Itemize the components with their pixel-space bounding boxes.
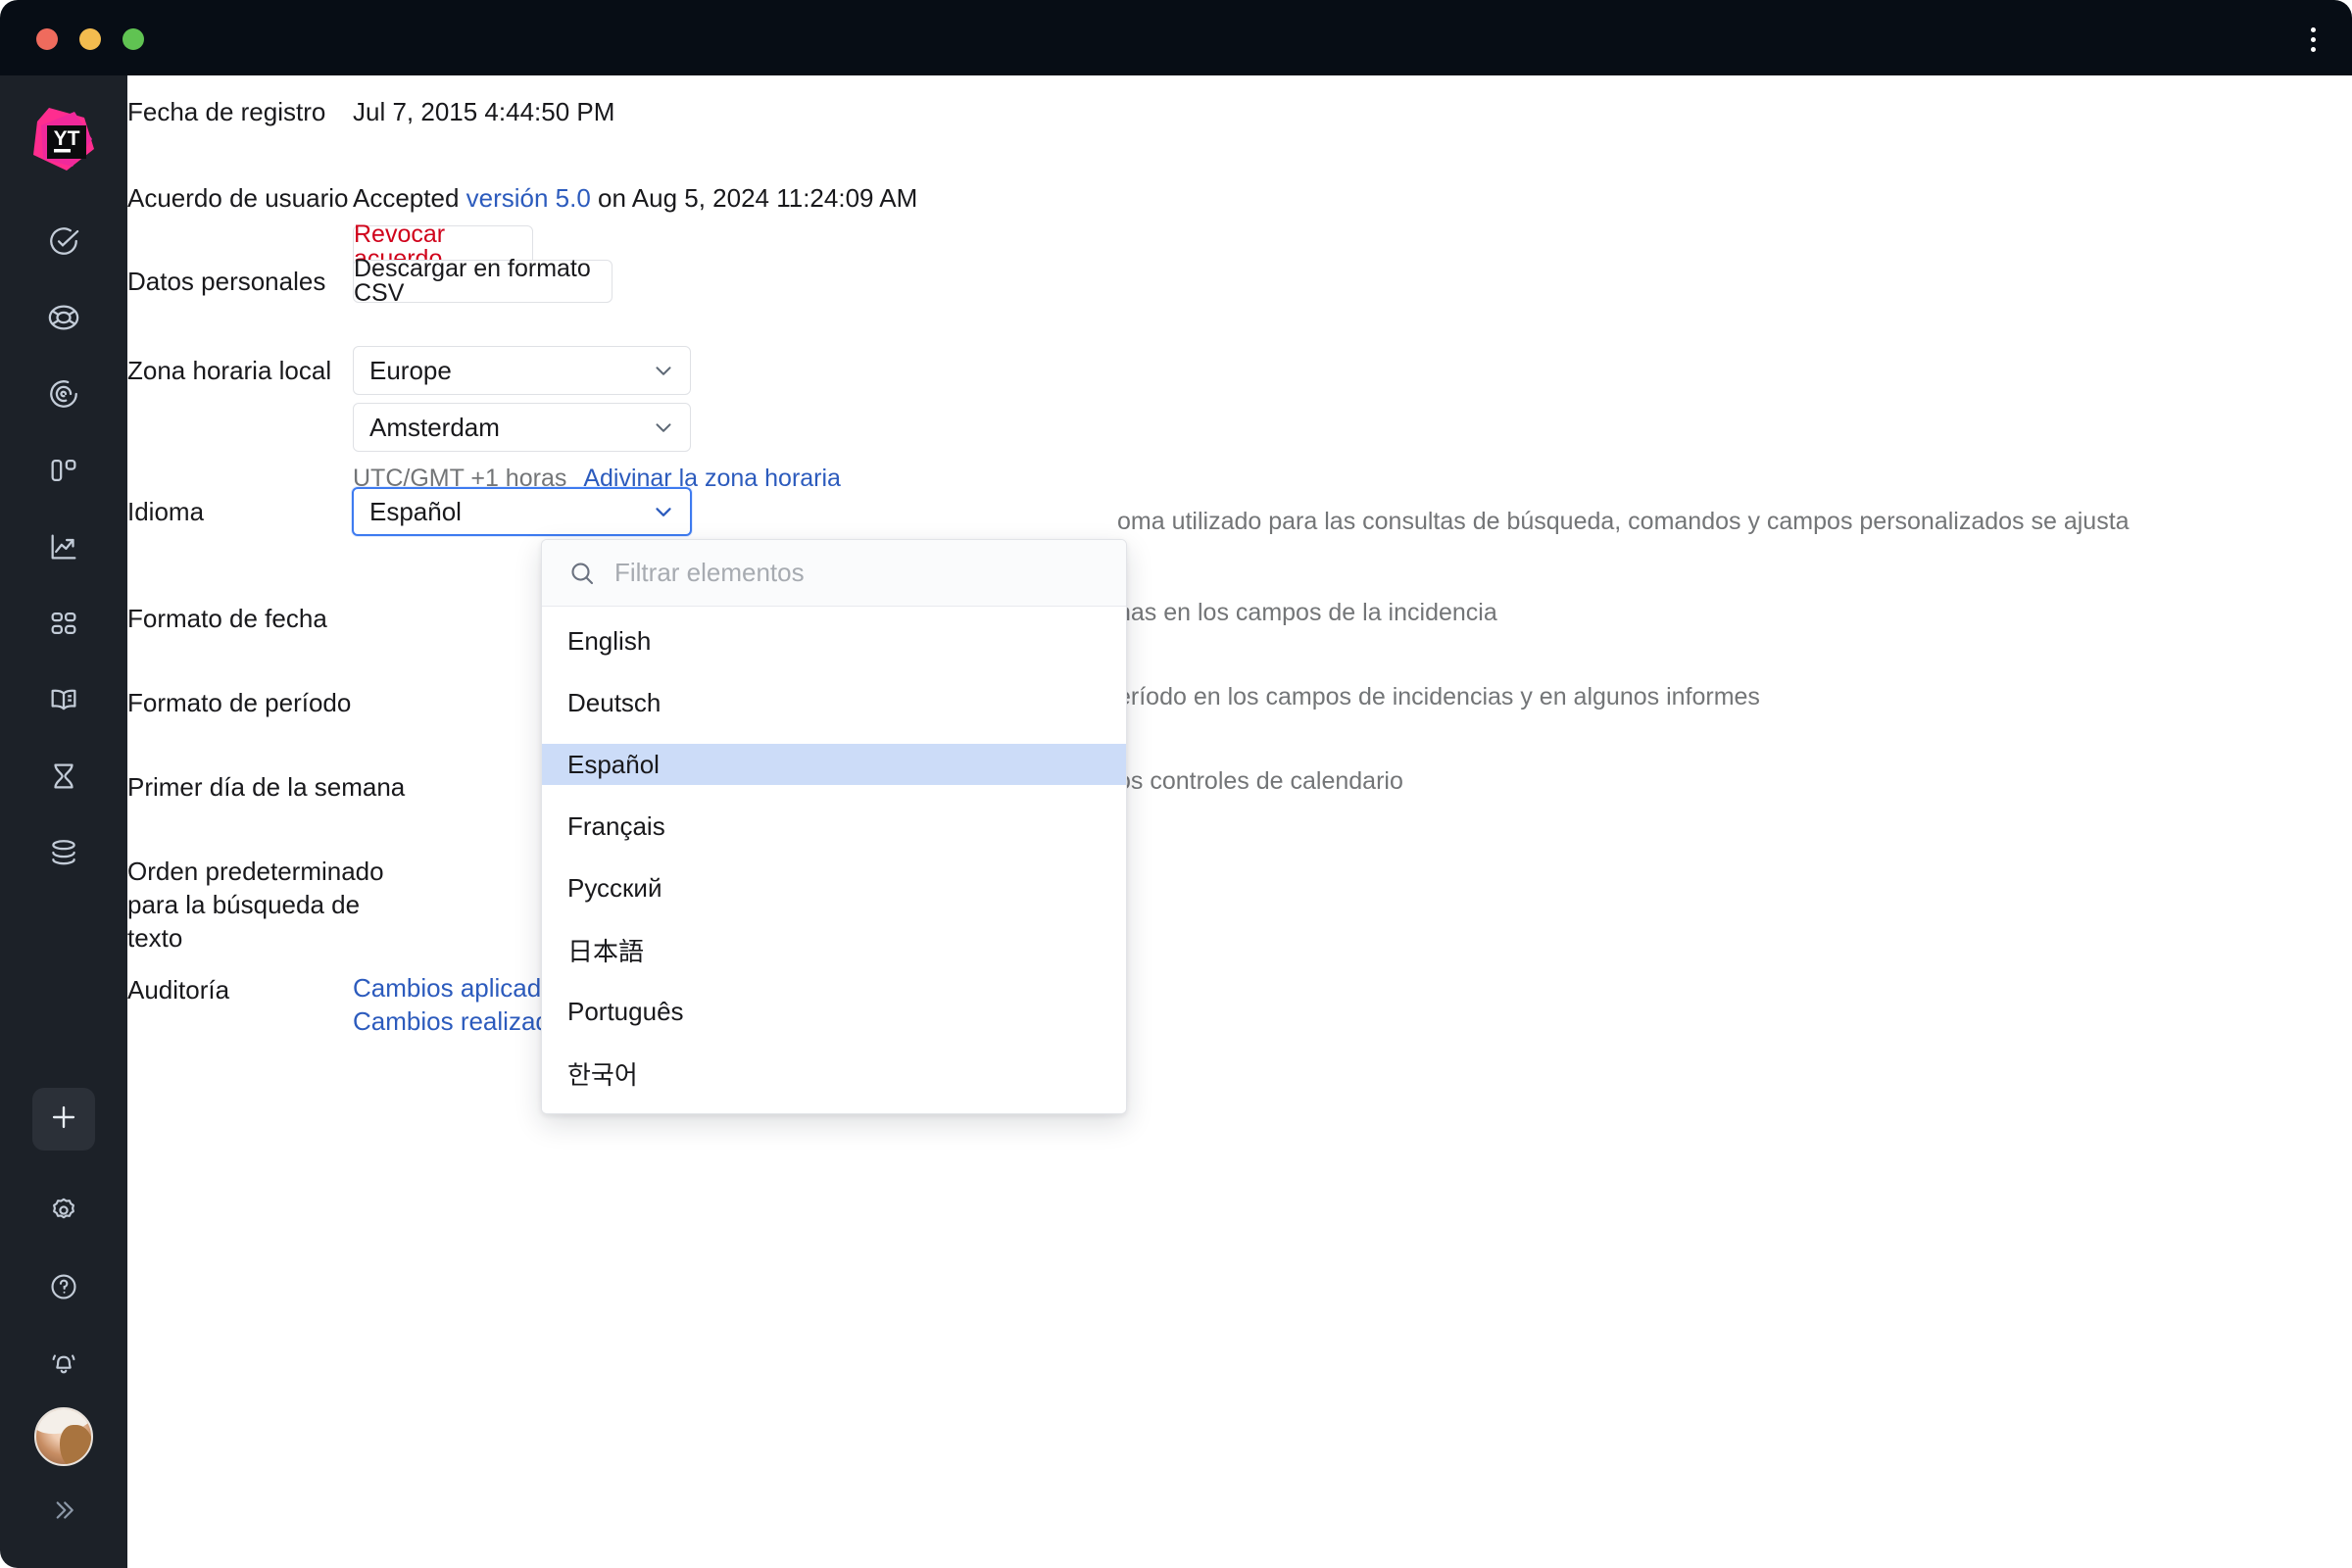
registration-date-value: Jul 7, 2015 4:44:50 PM — [353, 97, 615, 126]
agreement-prefix: Accepted — [353, 183, 466, 213]
grid-apps-icon — [47, 607, 80, 640]
chevron-down-icon — [651, 358, 676, 383]
language-option-francais[interactable]: Français — [542, 806, 1126, 847]
sidebar-item-settings[interactable] — [0, 1172, 127, 1249]
sidebar-item-agile-boards[interactable] — [0, 356, 127, 432]
svg-text:YT: YT — [54, 127, 80, 150]
window-controls — [36, 28, 144, 50]
gear-icon — [48, 1195, 79, 1226]
language-option-list: English Deutsch Español Français Русский… — [542, 607, 1126, 1113]
youtrack-logo[interactable]: YT — [24, 100, 102, 178]
default-text-search-order-label: Orden predeterminado para la búsqueda de… — [127, 857, 384, 953]
language-option-korean[interactable]: 한국어 — [542, 1053, 1126, 1094]
first-day-of-week-label: Primer día de la semana — [127, 772, 406, 802]
chevron-down-icon — [651, 415, 676, 440]
language-select-value: Español — [369, 496, 462, 526]
language-option-english[interactable]: English — [542, 620, 1126, 662]
language-filter-row — [542, 540, 1126, 607]
period-format-description: eríodo en los campos de incidencias y en… — [1117, 683, 1760, 710]
agreement-version-link[interactable]: versión 5.0 — [466, 183, 591, 213]
left-sidebar: YT — [0, 75, 127, 1568]
timezone-city-select[interactable]: Amsterdam — [353, 403, 691, 452]
hourglass-icon — [47, 760, 80, 793]
date-format-description: has en los campos de la incidencia — [1117, 599, 1497, 626]
language-description: oma utilizado para las consultas de búsq… — [1117, 508, 2130, 535]
timezone-region-select[interactable]: Europe — [353, 346, 691, 395]
sidebar-bottom-nav — [0, 1088, 127, 1548]
period-format-label: Formato de período — [127, 688, 352, 717]
sidebar-item-issues[interactable] — [0, 203, 127, 279]
sidebar-nav — [0, 203, 127, 891]
trend-up-icon — [47, 530, 80, 564]
close-window-button[interactable] — [36, 28, 58, 50]
title-bar — [0, 0, 2352, 75]
search-icon — [567, 559, 597, 588]
lifebuoy-icon — [47, 301, 80, 334]
settings-content: Fecha de registro Jul 7, 2015 4:44:50 PM… — [127, 75, 2352, 1568]
sidebar-item-notifications[interactable] — [0, 1325, 127, 1401]
minimize-window-button[interactable] — [79, 28, 101, 50]
language-option-japanese[interactable]: 日本語 — [542, 929, 1126, 970]
kebab-menu-icon[interactable] — [2295, 22, 2330, 57]
chevron-double-right-icon — [49, 1495, 78, 1525]
language-filter-input[interactable] — [614, 558, 1104, 588]
timezone-city-value: Amsterdam — [369, 412, 500, 442]
chevron-down-icon — [651, 499, 676, 524]
language-option-deutsch[interactable]: Deutsch — [542, 682, 1126, 723]
sidebar-item-boards[interactable] — [0, 432, 127, 509]
expand-sidebar-button[interactable] — [0, 1472, 127, 1548]
language-option-espanol[interactable]: Español — [542, 744, 1126, 785]
sidebar-item-reports[interactable] — [0, 509, 127, 585]
language-option-russian[interactable]: Русский — [542, 867, 1126, 908]
date-format-label: Formato de fecha — [127, 604, 327, 633]
create-button[interactable] — [32, 1088, 95, 1151]
plus-icon — [47, 1101, 80, 1139]
bell-icon — [48, 1348, 79, 1379]
avatar-hair — [60, 1425, 91, 1464]
sidebar-item-help[interactable] — [0, 1249, 127, 1325]
sidebar-item-timesheets[interactable] — [0, 738, 127, 814]
language-dropdown-popup: English Deutsch Español Français Русский… — [541, 539, 1127, 1114]
timezone-region-value: Europe — [369, 355, 452, 385]
sidebar-item-projects[interactable] — [0, 814, 127, 891]
app-window: YT Fecha de registro Jul 7, 2015 4:44:50… — [0, 0, 2352, 1568]
book-open-icon — [47, 683, 80, 716]
columns-icon — [47, 454, 80, 487]
question-circle-icon — [48, 1271, 79, 1302]
sidebar-item-knowledge-base[interactable] — [0, 662, 127, 738]
user-agreement-value: Accepted versión 5.0 on Aug 5, 2024 11:2… — [353, 181, 917, 215]
check-circle-icon — [47, 224, 80, 258]
first-day-of-week-description: os controles de calendario — [1117, 767, 1403, 795]
sidebar-item-helpdesk[interactable] — [0, 279, 127, 356]
language-select[interactable]: Español — [352, 487, 692, 536]
radar-icon — [47, 377, 80, 411]
sidebar-item-dashboards[interactable] — [0, 585, 127, 662]
language-option-portugues[interactable]: Português — [542, 991, 1126, 1032]
user-avatar[interactable] — [34, 1407, 93, 1466]
agreement-suffix: on Aug 5, 2024 11:24:09 AM — [590, 183, 918, 213]
maximize-window-button[interactable] — [122, 28, 144, 50]
download-csv-button[interactable]: Descargar en formato CSV — [353, 257, 612, 306]
layers-icon — [47, 836, 80, 869]
